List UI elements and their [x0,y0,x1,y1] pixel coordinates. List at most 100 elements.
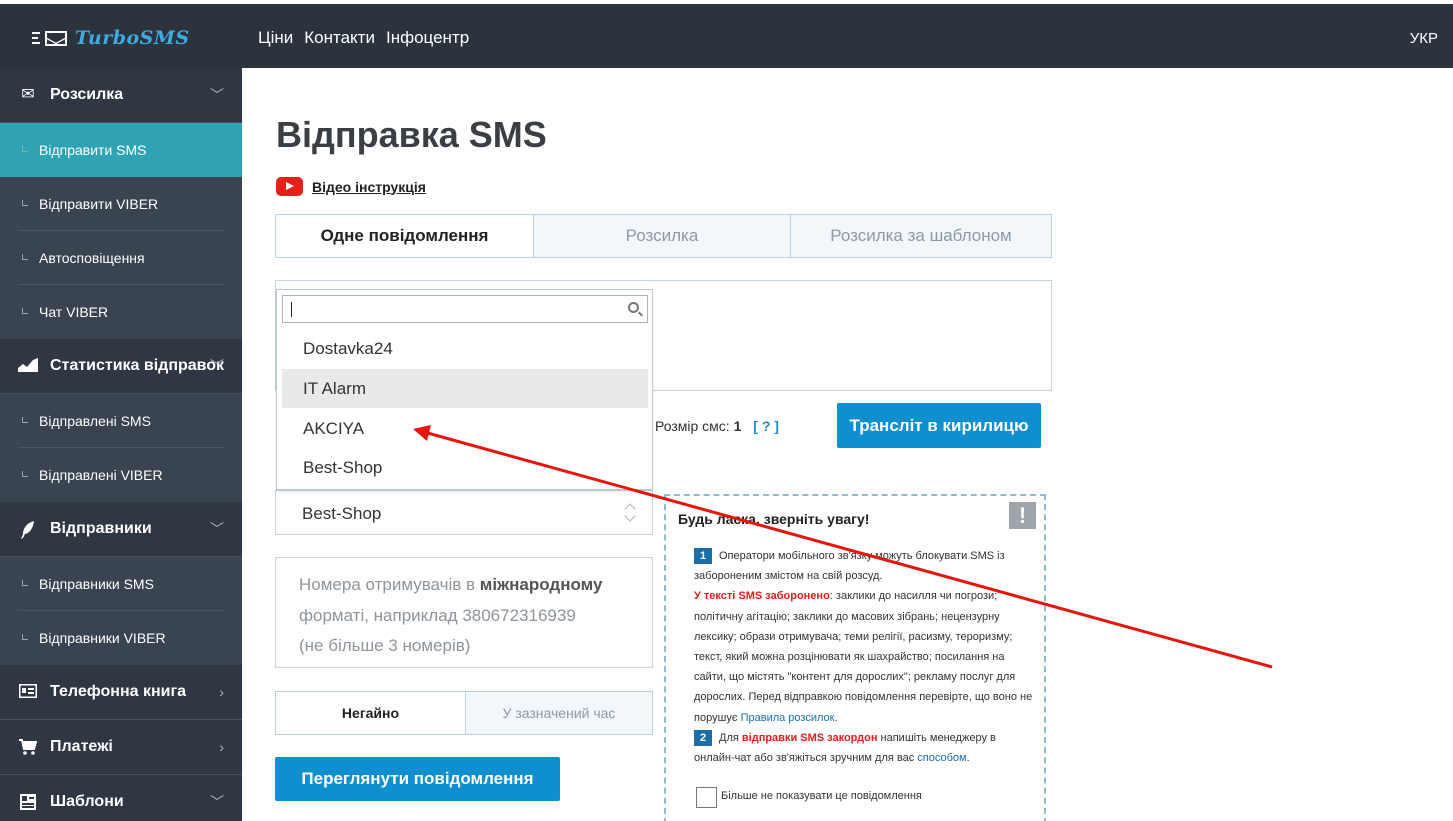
notice-body: 1 Оператори мобільного зв'язку можуть бло… [694,548,1033,765]
chevron-down-icon: ﹀ [210,521,224,537]
tree-branch-icon [22,634,28,640]
sidebar-item-label: Чат VIBER [39,304,109,320]
notice-number-1: 1 [694,548,712,565]
sidebar-section-stats[interactable]: Статистика відправок ﹀ [0,339,242,394]
tab-template-mailing[interactable]: Розсилка за шаблоном [790,215,1051,257]
select-arrows-icon [624,499,638,525]
contact-method-link[interactable]: способом [917,752,966,764]
phonebook-icon [18,683,38,700]
sidebar-item-autonotify[interactable]: Автосповіщення [0,231,242,285]
recipients-placeholder-line1: Номера отримувачів в міжнародному [299,575,603,594]
sidebar-item-sent-sms[interactable]: Відправлені SMS [0,394,242,448]
tab-send-now[interactable]: Негайно [276,692,465,734]
mailing-rules-link[interactable]: Правила розсилок [741,712,835,724]
youtube-icon [276,177,303,196]
sidebar-section-senders[interactable]: Відправники ﹀ [0,502,242,557]
page-title: Відправка SMS [276,114,547,155]
top-nav: Ціни Контакти Інфоцентр [258,28,480,48]
sidebar-section-label: Платежі [50,738,113,755]
attention-notice: Будь ласка, зверніть увагу! ! 1 Оператори… [664,494,1046,821]
sidebar-item-senders-sms[interactable]: Відправники SMS [0,557,242,611]
preview-message-button[interactable]: Переглянути повідомлення [275,757,560,801]
notice-abroad-label: відправки SMS закордон [741,731,878,744]
sidebar-item-label: Відправити SMS [39,142,147,158]
sidebar-item-label: Відправники VIBER [39,630,166,646]
recipients-placeholder-line3: (не більше 3 номерів) [299,636,471,655]
sidebar: ✉ Розсилка ﹀ Відправити SMS Відправити V… [0,68,242,821]
feather-icon [18,521,38,539]
recipients-textarea[interactable]: Номера отримувачів в міжнародному формат… [275,557,653,668]
tree-branch-icon [22,471,28,477]
sender-option[interactable]: Dostavka24 [282,329,648,368]
send-time-tabs: Негайно У зазначений час [275,691,653,735]
logo-lines-icon [32,31,42,45]
recipients-placeholder-line2: форматі, наприклад 380672316939 [299,605,576,625]
sender-dropdown: Dostavka24 IT Alarm AKCIYA Best-Shop [276,289,653,490]
video-instruction[interactable]: Відео інструкція [276,177,426,196]
sidebar-item-viber-chat[interactable]: Чат VIBER [0,285,242,339]
sidebar-item-send-sms[interactable]: Відправити SMS [0,123,242,177]
text-caret [291,302,292,317]
sender-select[interactable]: Best-Shop [275,490,653,535]
tree-branch-icon [22,200,28,206]
search-icon [628,302,639,313]
nav-infocenter[interactable]: Інфоцентр [386,28,469,48]
message-mode-tabs: Одне повідомлення Розсилка Розсилка за ш… [275,214,1052,258]
chart-icon [18,358,38,374]
sender-option-highlighted[interactable]: IT Alarm [282,369,648,408]
envelope-icon [45,30,67,46]
tree-branch-icon [22,417,28,423]
sender-option[interactable]: AKCIYA [282,409,648,448]
envelope-icon: ✉ [21,86,35,103]
sidebar-section-label: Розсилка [50,86,124,103]
template-icon [18,794,38,810]
language-switch[interactable]: УКР [1410,30,1438,47]
brand-name: TurboSMS [75,27,190,49]
sms-size-help-link[interactable]: [ ? ] [753,418,779,434]
chevron-right-icon: › [219,684,224,700]
sidebar-section-label: Відправники [50,520,152,537]
notice-title: Будь ласка, зверніть увагу! [678,511,870,527]
video-instruction-link[interactable]: Відео інструкція [312,179,426,195]
sidebar-item-label: Відправлені VIBER [39,467,163,483]
nav-prices[interactable]: Ціни [258,28,293,48]
sidebar-item-senders-viber[interactable]: Відправники VIBER [0,611,242,665]
sidebar-item-sent-viber[interactable]: Відправлені VIBER [0,448,242,502]
sidebar-item-label: Автосповіщення [39,250,145,266]
turbosms-logo[interactable]: TurboSMS [32,26,190,50]
sidebar-section-phonebook[interactable]: Телефонна книга › [0,665,242,720]
sender-selected-value: Best-Shop [302,504,382,523]
sidebar-item-label: Відправники SMS [39,576,154,592]
sidebar-section-mailing[interactable]: ✉ Розсилка ﹀ [0,68,242,123]
top-header: TurboSMS Ціни Контакти Інфоцентр УКР [0,0,1453,68]
tab-single-message[interactable]: Одне повідомлення [276,215,533,257]
translit-button[interactable]: Трансліт в кирилицю [837,403,1041,448]
sms-size-label: Розмір смс: [655,418,730,434]
notice-number-2: 2 [694,729,712,746]
tree-branch-icon [22,308,28,314]
sidebar-item-label: Відправити VIBER [39,196,159,212]
sender-search-input[interactable] [282,295,648,323]
sidebar-item-send-viber[interactable]: Відправити VIBER [0,177,242,231]
sidebar-item-label: Відправлені SMS [39,413,151,429]
sidebar-section-label: Статистика відправок [50,357,225,374]
notice-forbidden-label: У тексті SMS заборонено [694,590,830,603]
tab-mailing[interactable]: Розсилка [533,215,790,257]
tree-branch-icon [22,146,28,152]
sidebar-section-label: Телефонна книга [50,683,187,700]
sms-size-info: Розмір смс: 1 [ ? ] [655,418,779,434]
sms-size-value: 1 [733,418,742,434]
sidebar-section-templates[interactable]: Шаблони ﹀ [0,775,242,821]
tree-branch-icon [22,580,28,586]
cart-icon [18,739,38,755]
tree-branch-icon [22,254,28,260]
sidebar-section-label: Шаблони [50,793,124,810]
exclamation-icon: ! [1009,502,1036,529]
chevron-down-icon: ﹀ [210,87,224,103]
chevron-right-icon: › [219,739,224,755]
nav-contacts[interactable]: Контакти [304,28,375,48]
tab-send-scheduled[interactable]: У зазначений час [465,692,652,734]
dont-show-checkbox[interactable] [696,787,717,808]
sidebar-section-payments[interactable]: Платежі › [0,720,242,775]
sender-option[interactable]: Best-Shop [282,448,648,487]
